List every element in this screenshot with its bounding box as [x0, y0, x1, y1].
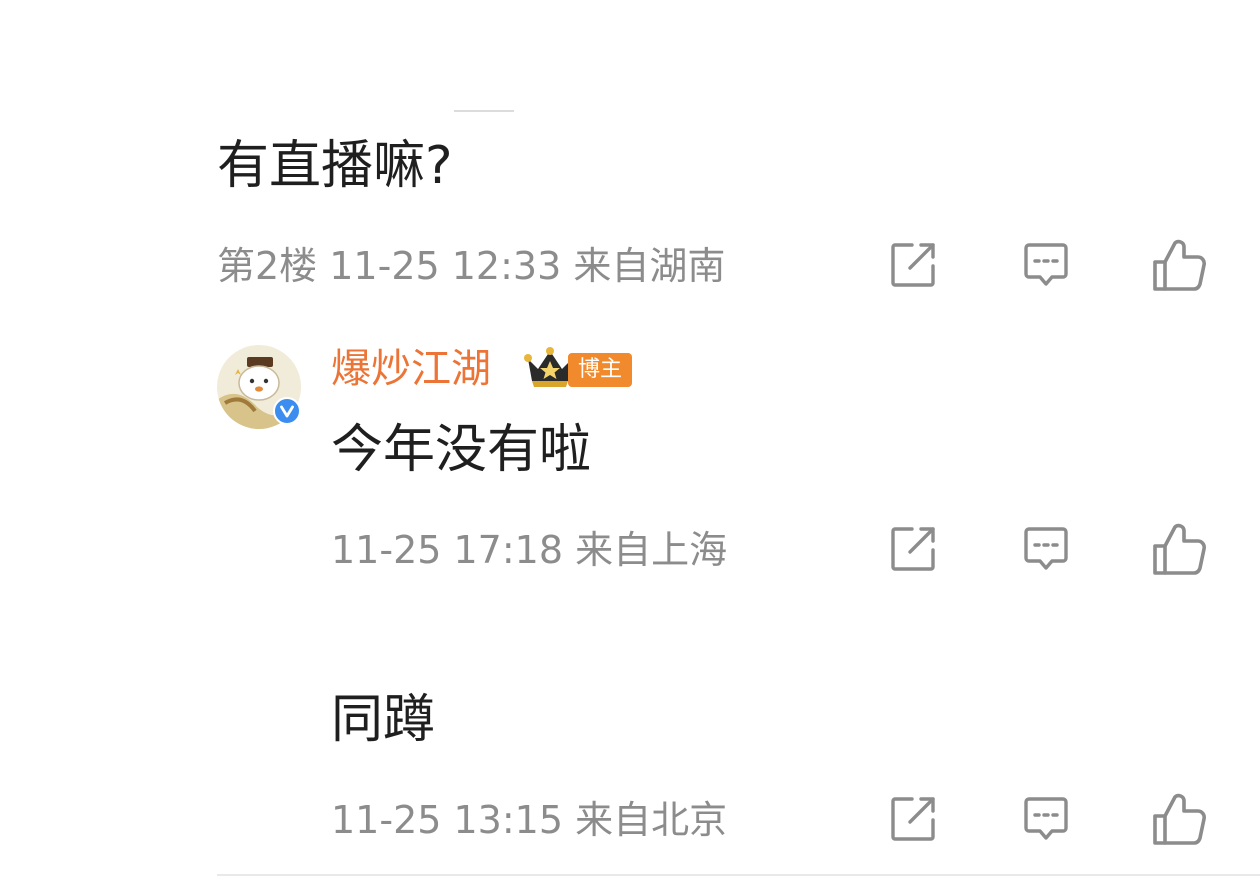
- comment-icon: [1024, 243, 1068, 286]
- thumbs-up-icon: [1153, 239, 1206, 291]
- comment-text: 有直播嘛?: [217, 136, 453, 196]
- forward-button[interactable]: [885, 521, 941, 577]
- reply-button[interactable]: [1018, 521, 1074, 577]
- bottom-divider: [217, 874, 1260, 876]
- reply-meta: 11-25 13:15 来自北京: [331, 798, 728, 842]
- top-divider: [454, 110, 514, 112]
- comment-icon: [1024, 527, 1068, 570]
- avatar[interactable]: [217, 345, 301, 429]
- reply-button[interactable]: [1018, 237, 1074, 293]
- share-icon: [891, 527, 935, 571]
- forward-button[interactable]: [885, 791, 941, 847]
- verified-icon: [273, 397, 301, 425]
- like-button[interactable]: [1151, 791, 1207, 847]
- comment-icon: [1024, 797, 1068, 840]
- reply-button[interactable]: [1018, 791, 1074, 847]
- like-button[interactable]: [1151, 237, 1207, 293]
- reply-meta: 11-25 17:18 来自上海: [331, 528, 728, 572]
- reply-text: 同蹲: [331, 690, 436, 750]
- thumbs-up-icon: [1153, 523, 1206, 575]
- share-icon: [891, 797, 935, 841]
- reply-text: 今年没有啦: [331, 420, 592, 480]
- share-icon: [891, 243, 935, 287]
- comment-meta: 第2楼 11-25 12:33 来自湖南: [217, 244, 726, 288]
- thumbs-up-icon: [1153, 793, 1206, 845]
- forward-button[interactable]: [885, 237, 941, 293]
- blogger-badge: 博主: [568, 353, 633, 387]
- like-button[interactable]: [1151, 521, 1207, 577]
- reply-username[interactable]: 爆炒江湖: [331, 345, 491, 393]
